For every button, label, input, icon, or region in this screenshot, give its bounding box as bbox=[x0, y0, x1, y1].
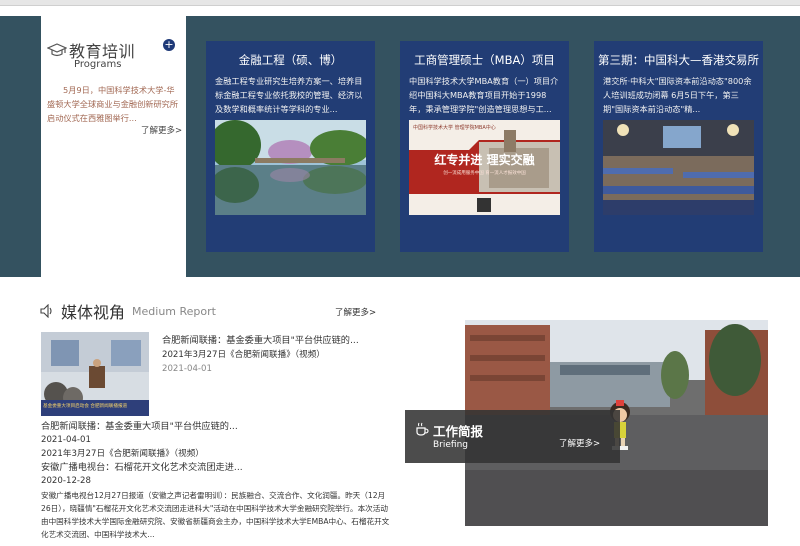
lake-garden-photo bbox=[215, 120, 366, 215]
program-card-finance[interactable]: 金融工程（硕、博） 金融工程专业研究生培养方案一、培养目标金融工程专业依托我校的… bbox=[206, 41, 375, 252]
media-featured-source: 2021年3月27日《合肥新闻联播》（视频） bbox=[162, 350, 325, 360]
briefing-panel[interactable]: 工作简报 Briefing 了解更多> bbox=[405, 410, 620, 463]
conference-hall-photo bbox=[603, 120, 754, 215]
plus-icon[interactable]: + bbox=[163, 39, 175, 51]
program-card-desc: 港交所·中科大"国际资本前沿动态"800余人培训班成功闭幕 6月5日下午，第三期… bbox=[603, 76, 752, 114]
mba-banner-subslogan: 创一流成用服务中国 育一流人才报效中国 bbox=[443, 171, 526, 176]
briefing-more-link[interactable]: 了解更多> bbox=[559, 437, 600, 449]
media-featured: 合肥新闻联播：基金委重大项目"平台供应链的... 2021年3月27日《合肥新闻… bbox=[162, 334, 392, 376]
graduation-cap-icon bbox=[47, 43, 67, 57]
program-card-desc: 中国科学技术大学MBA教育（一）项目介绍中国科大MBA教育项目开始于1998年，… bbox=[409, 76, 559, 114]
coffee-cup-icon bbox=[416, 422, 429, 436]
training-subtitle: Programs bbox=[74, 59, 122, 70]
program-card-title[interactable]: 第三期：中国科大—香港交易所 bbox=[594, 52, 763, 68]
briefing-title: 工作简报 bbox=[433, 424, 484, 439]
media-title: 媒体视角 bbox=[61, 303, 126, 322]
program-card-title[interactable]: 工商管理硕士（MBA）项目 bbox=[400, 52, 569, 68]
speaker-icon bbox=[40, 304, 52, 318]
mba-banner-slogan: 红专并进 理实交融 bbox=[434, 153, 535, 167]
media-item-desc: 安徽广播电视台12月27日报道（安徽之声记者雷明训）：民族融合、交流合作、文化润… bbox=[41, 490, 390, 539]
media-more-link[interactable]: 了解更多> bbox=[335, 306, 376, 318]
media-featured-date: 2021-04-01 bbox=[162, 364, 212, 374]
program-card-mba[interactable]: 工商管理硕士（MBA）项目 中国科学技术大学MBA教育（一）项目介绍中国科大MB… bbox=[400, 41, 569, 252]
program-card-title[interactable]: 金融工程（硕、博） bbox=[206, 52, 375, 68]
media-heading: 媒体视角 Medium Report bbox=[40, 299, 216, 323]
media-item-desc: 2021年3月27日《合肥新闻联播》（视频） bbox=[41, 448, 204, 459]
media-item-date: 2021-04-01 bbox=[41, 434, 91, 445]
program-card-desc: 金融工程专业研究生培养方案一、培养目标金融工程专业依托我校的管理、经济以及数学和… bbox=[215, 76, 363, 114]
training-more-link[interactable]: 了解更多> bbox=[141, 124, 182, 136]
briefing-subtitle: Briefing bbox=[433, 440, 468, 450]
media-subtitle: Medium Report bbox=[132, 304, 216, 318]
media-list: 合肥新闻联播：基金委重大项目"平台供应链的... 2021-04-01 2021… bbox=[41, 420, 393, 541]
media-featured-title[interactable]: 合肥新闻联播：基金委重大项目"平台供应链的... bbox=[162, 334, 392, 348]
mba-banner-logo: 中国科学技术大学 管理学院MBA中心 bbox=[413, 125, 496, 131]
media-item-title[interactable]: 合肥新闻联播：基金委重大项目"平台供应链的... bbox=[41, 420, 393, 434]
program-card-image[interactable] bbox=[603, 120, 754, 215]
media-featured-thumbnail[interactable]: 基金委重大项目启动会 合肥新闻联播报道 bbox=[41, 332, 149, 416]
training-panel: 教育培训 + Programs 5月9日，中国科学技术大学-华盛顿大学全球商业与… bbox=[41, 16, 186, 277]
media-item-date: 2020-12-28 bbox=[41, 476, 91, 487]
training-text: 5月9日，中国科学技术大学-华盛顿大学全球商业与金融创新研究所启动仪式在西雅图举… bbox=[47, 85, 179, 123]
program-card-hkex[interactable]: 第三期：中国科大—香港交易所 港交所·中科大"国际资本前沿动态"800余人培训班… bbox=[594, 41, 763, 252]
program-card-image[interactable]: 中国科学技术大学 管理学院MBA中心 红专并进 理实交融 创一流成用服务中国 育… bbox=[409, 120, 560, 215]
program-card-image[interactable] bbox=[215, 120, 366, 215]
thumbnail-caption: 基金委重大项目启动会 合肥新闻联播报道 bbox=[43, 404, 128, 409]
top-divider bbox=[0, 0, 800, 6]
media-item-title[interactable]: 安徽广播电视台：石榴花开文化艺术交流团走进... bbox=[41, 461, 393, 475]
